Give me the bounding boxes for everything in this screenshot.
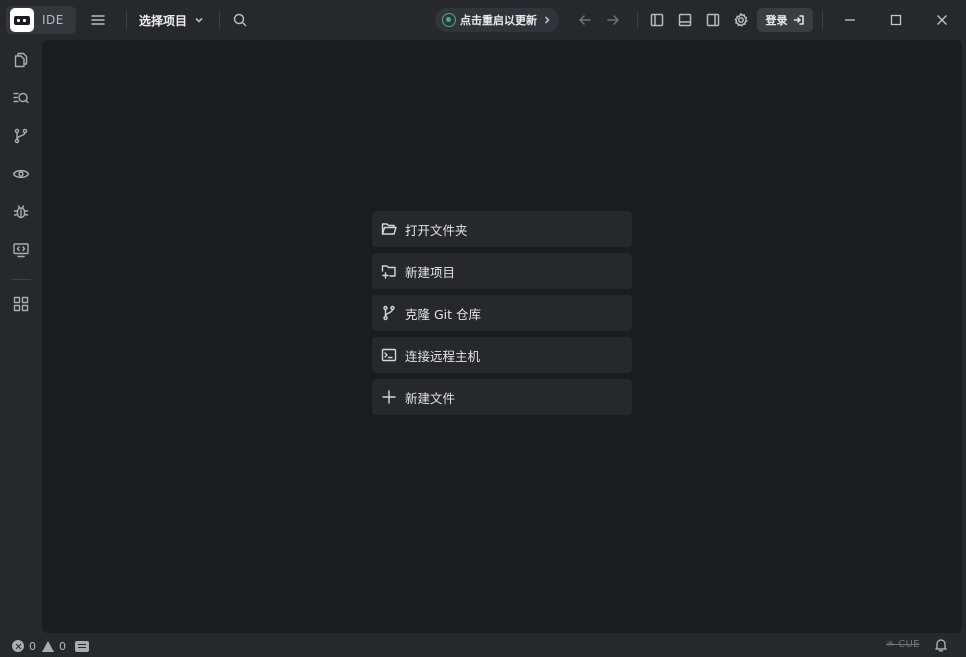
logo-text: IDE [42,13,64,27]
gear-icon [734,13,748,27]
titlebar-divider [637,11,638,29]
window-maximize-button[interactable] [884,8,908,32]
welcome-item-label: 克隆 Git 仓库 [405,306,482,322]
activity-debug[interactable] [11,202,31,222]
editor-area: 打开文件夹 新建项目 克隆 Git 仓库 连接远程主机 新建文件 [42,40,962,633]
minimize-icon [845,19,855,21]
chevron-down-icon [195,17,203,23]
sign-in-icon [793,15,804,25]
bug-icon [13,205,29,219]
terminal-icon [75,640,89,652]
remote-monitor-icon [13,243,29,258]
layout-right-panel-icon [706,13,720,27]
warning-icon [42,640,54,652]
open-folder-button[interactable]: 打开文件夹 [372,211,632,247]
language-indicator[interactable]: ✳ CUE [886,639,920,650]
window-close-button[interactable] [930,8,954,32]
welcome-item-label: 新建文件 [405,390,456,406]
layout-left-panel-icon [650,13,664,27]
arrow-right-icon [607,15,619,25]
close-icon [937,15,947,25]
update-label: 点击重启以更新 [460,14,537,27]
layout-bottom-panel-icon [678,13,692,27]
arrow-left-icon [579,15,591,25]
main-menu-button[interactable] [88,10,108,30]
settings-button[interactable] [731,10,751,30]
titlebar-divider [219,11,220,29]
bell-icon [935,639,947,652]
logo-icon [10,8,34,32]
maximize-icon [890,14,902,26]
login-label: 登录 [765,14,788,27]
new-project-button[interactable]: 新建项目 [372,253,632,289]
plus-icon [380,388,398,406]
title-bar: IDE 选择项目 点击重启以更新 登录 [0,0,966,40]
error-icon [12,640,24,652]
update-download-icon [442,13,456,27]
grid-icon [13,296,29,312]
project-select[interactable]: 选择项目 [139,10,204,30]
titlebar-divider [126,11,127,29]
language-label: CUE [898,639,920,650]
problems-indicator[interactable]: 0 0 [12,639,89,653]
welcome-item-label: 连接远程主机 [405,348,481,364]
activity-remote[interactable] [11,240,31,260]
status-bar: 0 0 ✳ CUE [0,633,966,657]
new-project-icon [380,262,398,280]
welcome-item-label: 新建项目 [405,264,456,280]
app-window: IDE 选择项目 点击重启以更新 登录 打开文件夹 新建项目 克隆 Git 仓库… [0,0,966,657]
files-icon [14,52,28,68]
search-list-icon [13,92,29,104]
activity-divider [11,279,31,280]
connect-remote-host-button[interactable]: 连接远程主机 [372,337,632,373]
login-button[interactable]: 登录 [757,8,813,32]
search-icon [233,13,247,27]
toggle-bottom-panel-button[interactable] [675,10,695,30]
window-minimize-button[interactable] [838,8,862,32]
warning-count: 0 [59,639,66,653]
activity-preview[interactable] [11,164,31,184]
new-file-button[interactable]: 新建文件 [372,379,632,415]
nav-forward-button[interactable] [603,10,623,30]
activity-explorer[interactable] [11,50,31,70]
app-logo[interactable]: IDE [6,6,76,34]
toggle-right-panel-button[interactable] [703,10,723,30]
activity-bar [0,40,42,633]
titlebar-divider [822,11,823,29]
notifications-button[interactable] [934,638,950,654]
eye-icon [12,169,30,179]
folder-open-icon [380,220,398,238]
hamburger-menu-icon [91,15,105,25]
error-count: 0 [29,639,36,653]
activity-search[interactable] [11,88,31,108]
welcome-actions: 打开文件夹 新建项目 克隆 Git 仓库 连接远程主机 新建文件 [372,211,632,421]
activity-source-control[interactable] [11,126,31,146]
chevron-right-icon [543,16,551,24]
activity-extensions[interactable] [11,294,31,314]
terminal-icon [380,346,398,364]
clone-git-repo-button[interactable]: 克隆 Git 仓库 [372,295,632,331]
welcome-item-label: 打开文件夹 [405,222,468,238]
toggle-left-panel-button[interactable] [647,10,667,30]
git-branch-icon [14,128,28,144]
nav-back-button[interactable] [575,10,595,30]
project-select-label: 选择项目 [139,13,188,28]
global-search-button[interactable] [230,10,250,30]
restart-to-update-button[interactable]: 点击重启以更新 [435,8,559,32]
git-branch-icon [380,304,398,322]
